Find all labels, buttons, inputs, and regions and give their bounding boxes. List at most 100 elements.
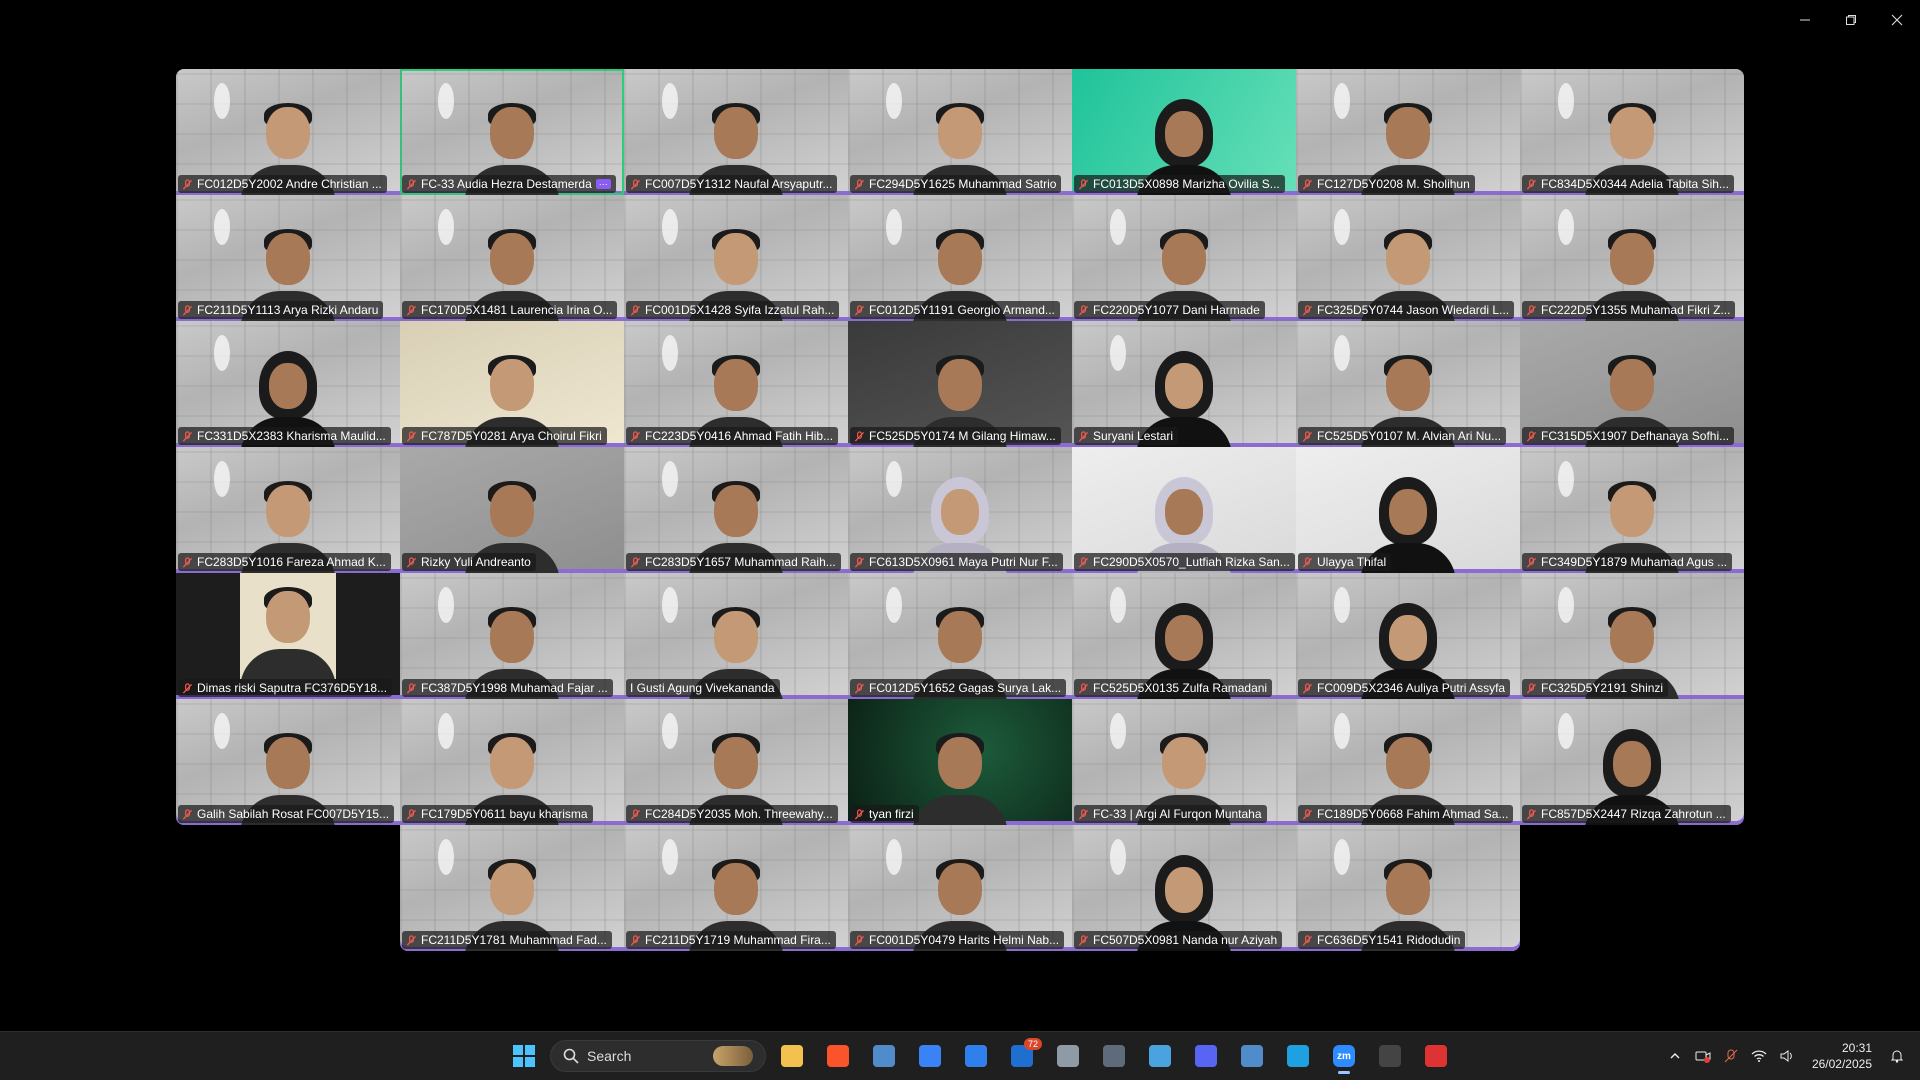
- taskbar-app-button[interactable]: [1232, 1036, 1272, 1076]
- close-button[interactable]: [1874, 0, 1920, 40]
- participant-tile[interactable]: FC525D5Y0174 M Gilang Himaw...: [848, 321, 1072, 447]
- participant-name: FC787D5Y0281 Arya Choirul Fikri: [421, 429, 602, 443]
- participant-tile[interactable]: FC001D5Y0479 Harits Helmi Nab...: [848, 825, 1072, 951]
- taskbar-app-button[interactable]: [1370, 1036, 1410, 1076]
- clock[interactable]: 20:31 26/02/2025: [1812, 1040, 1872, 1072]
- participant-tile[interactable]: FC009D5X2346 Auliya Putri Assyfa: [1296, 573, 1520, 699]
- participant-tile[interactable]: FC012D5Y1652 Gagas Surya Lak...: [848, 573, 1072, 699]
- reaction-badge: ···: [595, 179, 611, 189]
- participant-tile[interactable]: FC283D5Y1016 Fareza Ahmad K...: [176, 447, 400, 573]
- taskbar-app-button[interactable]: [1416, 1036, 1456, 1076]
- participant-name: FC001D5Y0479 Harits Helmi Nab...: [869, 933, 1060, 947]
- participant-tile[interactable]: Dimas riski Saputra FC376D5Y18...: [176, 573, 400, 699]
- taskbar-app-button[interactable]: [772, 1036, 812, 1076]
- mic-muted-icon: [1526, 808, 1537, 819]
- participant-tile[interactable]: FC331D5X2383 Kharisma Maulid...: [176, 321, 400, 447]
- mic-muted-icon: [1302, 430, 1313, 441]
- participant-tile[interactable]: FC525D5X0135 Zulfa Ramadani: [1072, 573, 1296, 699]
- gallery-row: FC211D5Y1113 Arya Rizki Andaru FC170D5X14…: [176, 195, 1744, 321]
- taskbar-app-button[interactable]: 72: [1002, 1036, 1042, 1076]
- participant-tile[interactable]: FC315D5X1907 Defhanaya Sofhi...: [1520, 321, 1744, 447]
- participant-tile[interactable]: Rizky Yuli Andreanto: [400, 447, 624, 573]
- participant-name-tag: Ulayya Thifal: [1298, 553, 1392, 571]
- taskbar-app-button[interactable]: [864, 1036, 904, 1076]
- notifications-button[interactable]: [1886, 1045, 1908, 1067]
- notification-count-badge: 72: [1023, 1038, 1042, 1050]
- taskbar-app-button[interactable]: [910, 1036, 950, 1076]
- participant-tile[interactable]: FC-33 Audia Hezra Destamerda ···: [400, 69, 624, 195]
- maximize-button[interactable]: [1828, 0, 1874, 40]
- taskbar-app-button[interactable]: [1278, 1036, 1318, 1076]
- mic-muted-icon: [630, 304, 641, 315]
- participant-tile[interactable]: FC325D5Y2191 Shinzi: [1520, 573, 1744, 699]
- participant-tile[interactable]: FC507D5X0981 Nanda nur Aziyah: [1072, 825, 1296, 951]
- participant-tile[interactable]: FC189D5Y0668 Fahim Ahmad Sa...: [1296, 699, 1520, 825]
- participant-tile[interactable]: FC294D5Y1625 Muhammad Satrio: [848, 69, 1072, 195]
- participant-name: FC013D5X0898 Marizha Ovilia S...: [1093, 177, 1280, 191]
- participant-tile[interactable]: Ulayya Thifal: [1296, 447, 1520, 573]
- participant-tile[interactable]: Suryani Lestari: [1072, 321, 1296, 447]
- participant-tile[interactable]: FC211D5Y1781 Muhammad Fad...: [400, 825, 624, 951]
- participant-tile[interactable]: FC525D5Y0107 M. Alvian Ari Nu...: [1296, 321, 1520, 447]
- participant-tile[interactable]: FC283D5Y1657 Muhammad Raih...: [624, 447, 848, 573]
- participant-name: FC223D5Y0416 Ahmad Fatih Hib...: [645, 429, 834, 443]
- participant-tile[interactable]: FC170D5X1481 Laurencia Irina O...: [400, 195, 624, 321]
- participant-name-tag: FC013D5X0898 Marizha Ovilia S...: [1074, 175, 1285, 193]
- minimize-button[interactable]: [1782, 0, 1828, 40]
- taskbar: Search 72 zm 20:31 26/02/2025: [0, 1031, 1920, 1080]
- participant-tile[interactable]: FC787D5Y0281 Arya Choirul Fikri: [400, 321, 624, 447]
- participant-tile[interactable]: FC220D5Y1077 Dani Harmade: [1072, 195, 1296, 321]
- participant-tile[interactable]: FC179D5Y0611 bayu kharisma: [400, 699, 624, 825]
- start-button[interactable]: [504, 1036, 544, 1076]
- participant-tile[interactable]: FC211D5Y1719 Muhammad Fira...: [624, 825, 848, 951]
- taskbar-app-button[interactable]: [1140, 1036, 1180, 1076]
- participant-tile[interactable]: FC636D5Y1541 Ridodudin: [1296, 825, 1520, 951]
- participant-tile[interactable]: I Gusti Agung Vivekananda: [624, 573, 848, 699]
- participant-tile[interactable]: FC325D5Y0744 Jason Wiedardi L...: [1296, 195, 1520, 321]
- participant-tile[interactable]: FC012D5Y2002 Andre Christian ...: [176, 69, 400, 195]
- participant-tile[interactable]: FC211D5Y1113 Arya Rizki Andaru: [176, 195, 400, 321]
- vscode-icon: [965, 1045, 987, 1067]
- volume-tray-icon[interactable]: [1776, 1045, 1798, 1067]
- participant-tile[interactable]: FC222D5Y1355 Muhamad Fikri Z...: [1520, 195, 1744, 321]
- participant-tile[interactable]: FC349D5Y1879 Muhamad Agus ...: [1520, 447, 1744, 573]
- wifi-tray-icon[interactable]: [1748, 1045, 1770, 1067]
- participant-name-tag: tyan firzi: [850, 805, 919, 823]
- participant-name-tag: FC211D5Y1113 Arya Rizki Andaru: [178, 301, 384, 319]
- camera-off-tray-icon[interactable]: [1692, 1045, 1714, 1067]
- participant-tile[interactable]: FC834D5X0344 Adelia Tabita Sih...: [1520, 69, 1744, 195]
- participant-tile[interactable]: Galih Sabilah Rosat FC007D5Y15...: [176, 699, 400, 825]
- mic-muted-icon: [1526, 682, 1537, 693]
- participant-tile[interactable]: FC127D5Y0208 M. Sholihun: [1296, 69, 1520, 195]
- taskbar-app-button[interactable]: [956, 1036, 996, 1076]
- taskbar-apps: Search 72 zm: [504, 1032, 1456, 1080]
- participant-name: FC211D5Y1113 Arya Rizki Andaru: [197, 303, 379, 317]
- taskbar-app-button[interactable]: [818, 1036, 858, 1076]
- taskbar-app-button[interactable]: zm: [1324, 1036, 1364, 1076]
- participant-name: FC211D5Y1781 Muhammad Fad...: [421, 933, 607, 947]
- participant-name-tag: FC284D5Y2035 Moh. Threewahy...: [626, 805, 838, 823]
- mic-off-tray-icon[interactable]: [1720, 1045, 1742, 1067]
- mic-muted-icon: [182, 556, 193, 567]
- search-box[interactable]: Search: [550, 1040, 766, 1072]
- participant-name-tag: FC012D5Y1652 Gagas Surya Lak...: [850, 679, 1067, 697]
- participant-tile[interactable]: FC001D5X1428 Syifa Izzatul Rah...: [624, 195, 848, 321]
- participant-tile[interactable]: FC857D5X2447 Rizqa Zahrotun ...: [1520, 699, 1744, 825]
- participant-tile[interactable]: FC013D5X0898 Marizha Ovilia S...: [1072, 69, 1296, 195]
- taskbar-app-button[interactable]: [1186, 1036, 1226, 1076]
- participant-tile[interactable]: FC-33 | Argi Al Furqon Muntaha: [1072, 699, 1296, 825]
- mic-muted-icon: [406, 430, 417, 441]
- participant-tile[interactable]: FC613D5X0961 Maya Putri Nur F...: [848, 447, 1072, 573]
- taskbar-app-button[interactable]: [1094, 1036, 1134, 1076]
- participant-name-tag: FC325D5Y0744 Jason Wiedardi L...: [1298, 301, 1515, 319]
- participant-tile[interactable]: FC284D5Y2035 Moh. Threewahy...: [624, 699, 848, 825]
- participant-tile[interactable]: tyan firzi: [848, 699, 1072, 825]
- participant-tile[interactable]: FC387D5Y1998 Muhamad Fajar ...: [400, 573, 624, 699]
- participant-name: FC525D5Y0174 M Gilang Himaw...: [869, 429, 1056, 443]
- show-hidden-icons-button[interactable]: [1664, 1045, 1686, 1067]
- participant-tile[interactable]: FC007D5Y1312 Naufal Arsyaputr...: [624, 69, 848, 195]
- participant-tile[interactable]: FC290D5X0570_Lutfiah Rizka San...: [1072, 447, 1296, 573]
- participant-tile[interactable]: FC012D5Y1191 Georgio Armand...: [848, 195, 1072, 321]
- taskbar-app-button[interactable]: [1048, 1036, 1088, 1076]
- participant-tile[interactable]: FC223D5Y0416 Ahmad Fatih Hib...: [624, 321, 848, 447]
